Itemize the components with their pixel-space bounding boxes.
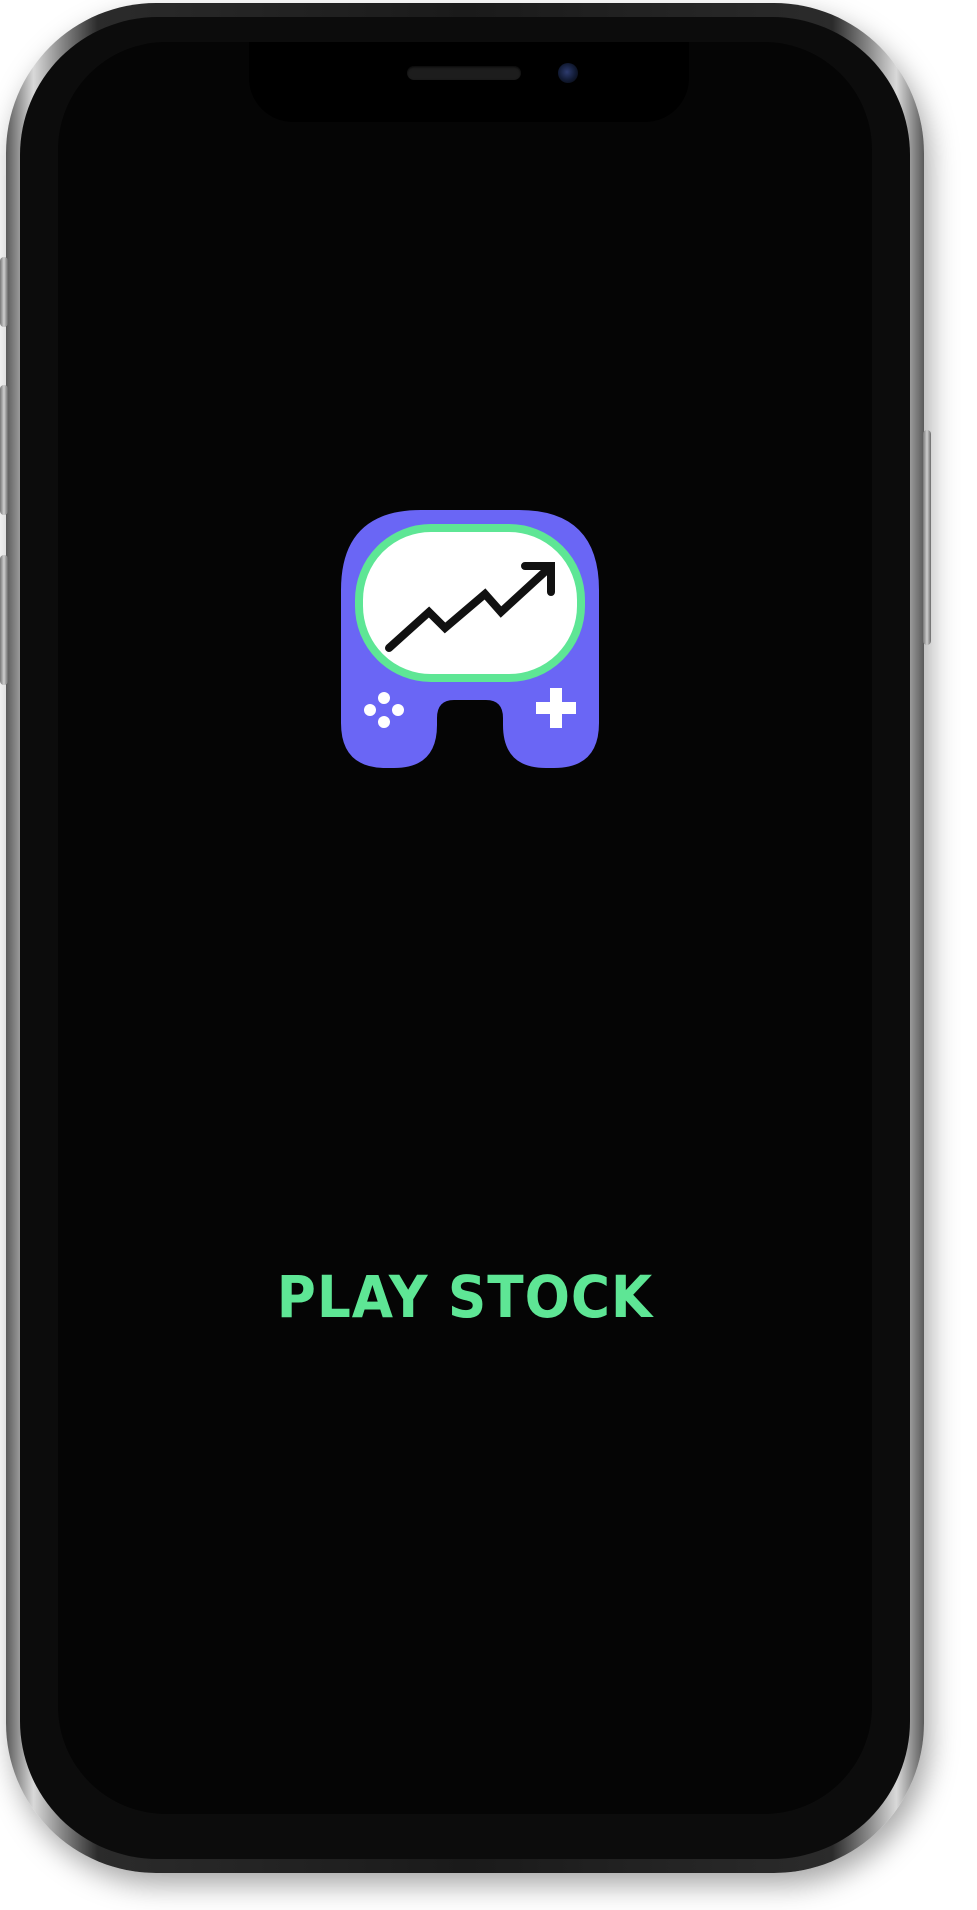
splash-screen: PLAY STOCK — [58, 42, 872, 1814]
app-title: PLAY STOCK — [276, 1263, 654, 1331]
front-camera-icon — [558, 63, 578, 83]
button-dot-bottom — [378, 716, 390, 728]
button-dot-left — [364, 704, 376, 716]
mute-switch — [0, 257, 8, 327]
gamepad-stock-chart-logo-icon — [341, 510, 599, 768]
earpiece-speaker — [407, 66, 521, 80]
button-dot-right — [392, 704, 404, 716]
volume-up-button — [0, 385, 8, 515]
volume-down-button — [0, 555, 8, 685]
notch — [249, 42, 689, 122]
app-logo — [341, 510, 599, 768]
power-button — [923, 430, 931, 645]
button-dot-top — [378, 692, 390, 704]
